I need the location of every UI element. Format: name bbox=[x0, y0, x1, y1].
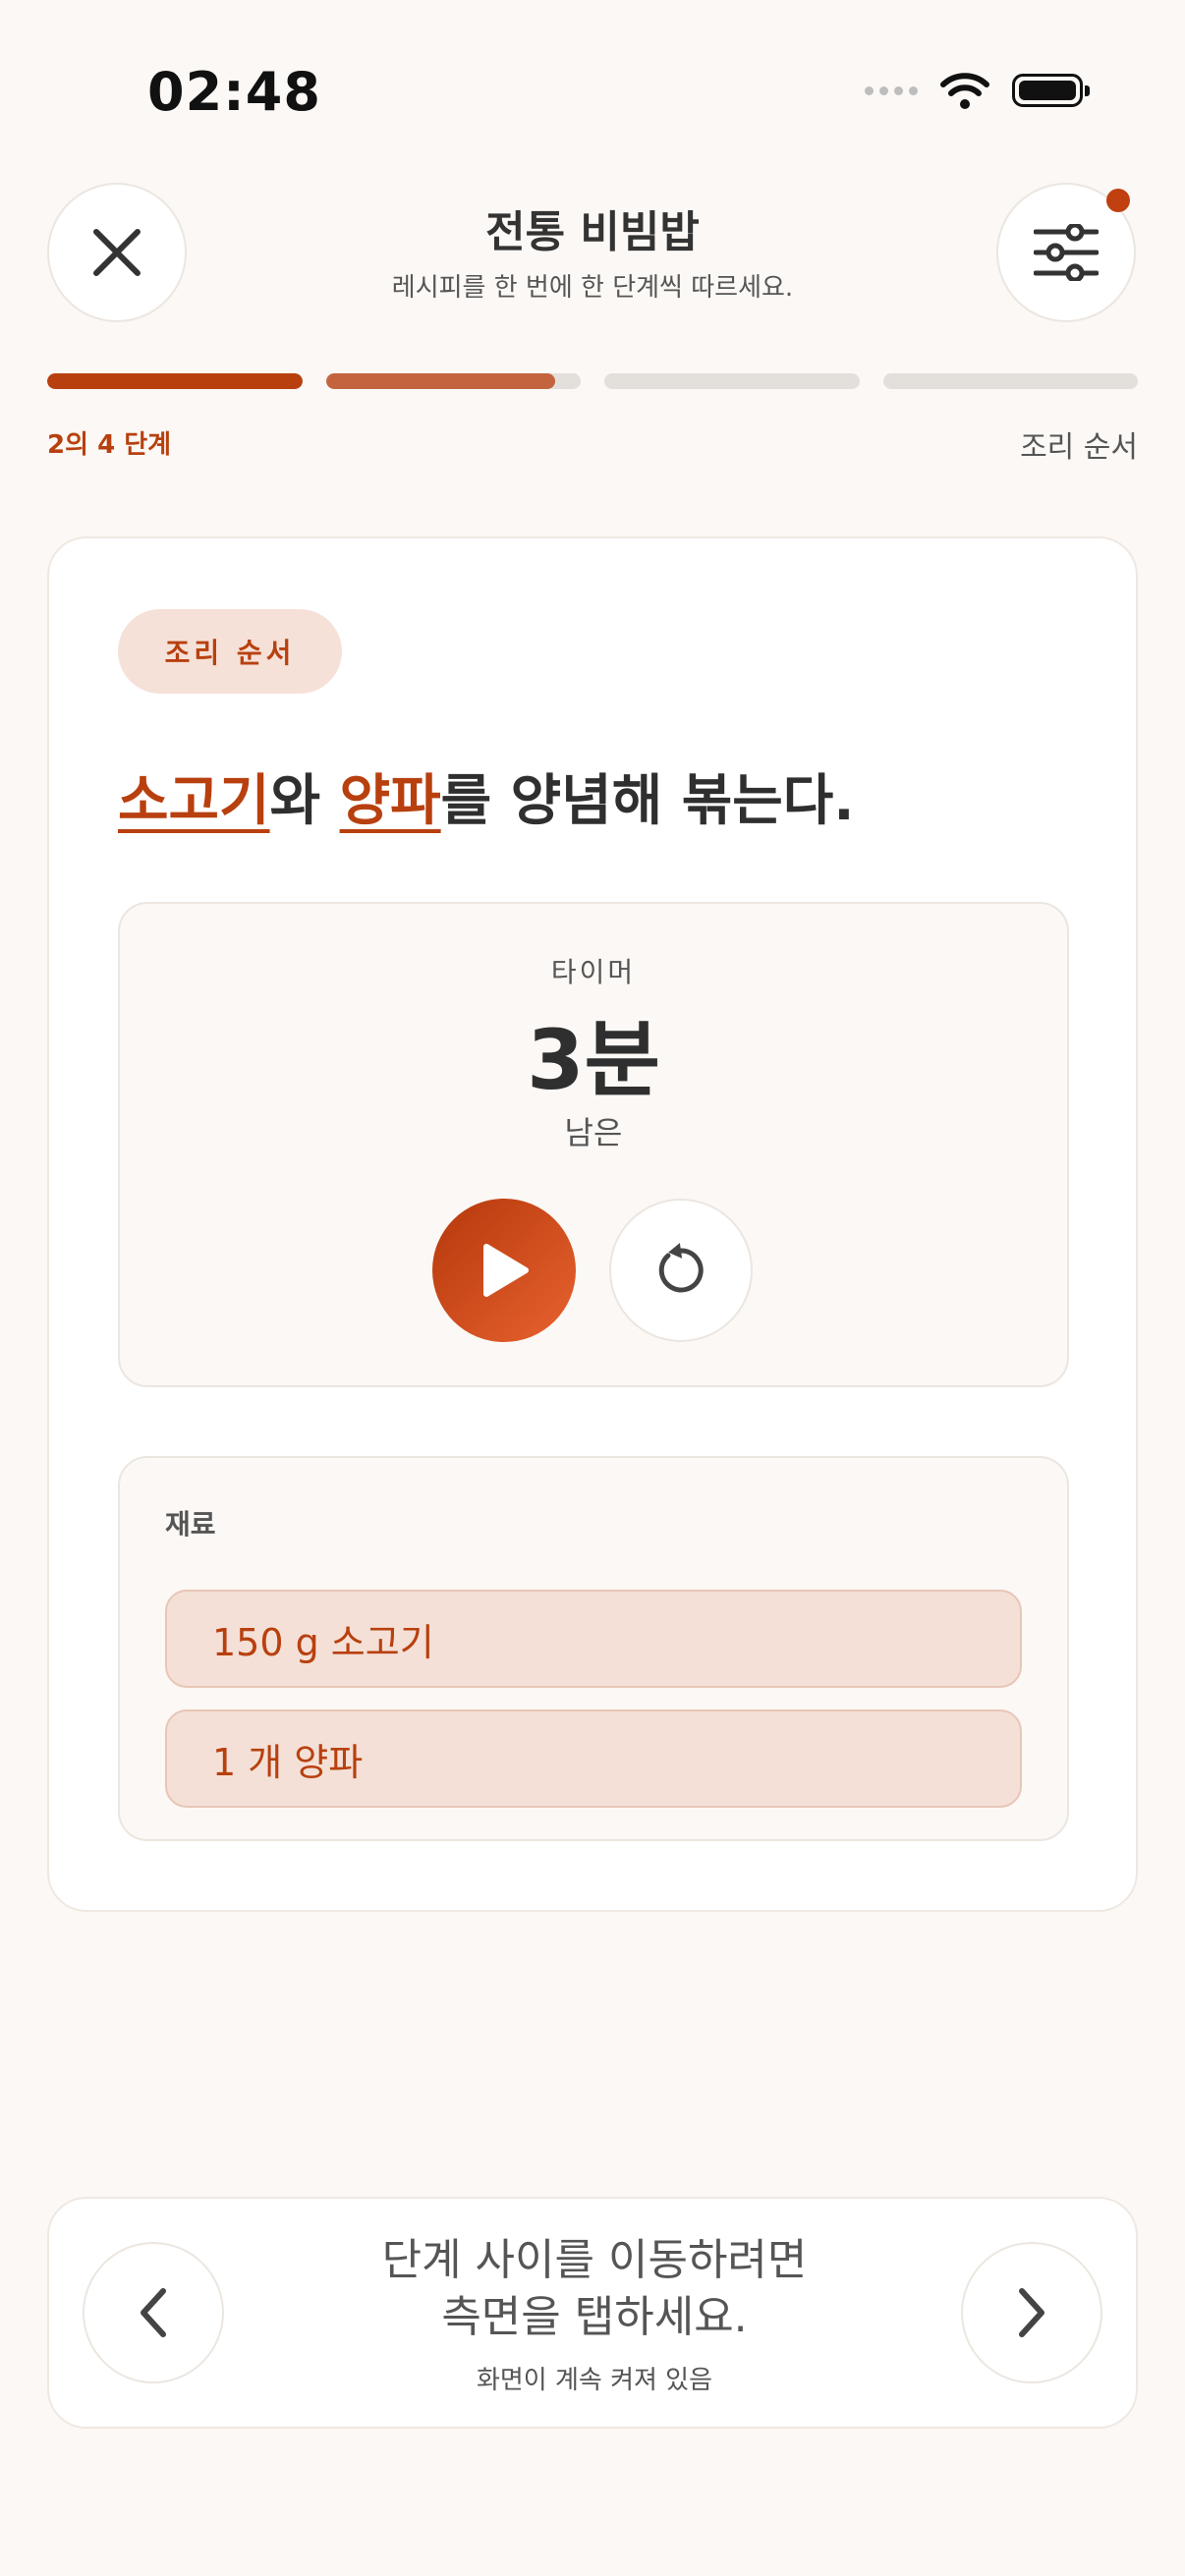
reset-timer-button[interactable] bbox=[609, 1199, 753, 1342]
step-card: 조리 순서 소고기와 양파를 양념해 볶는다. 타이머 3분 남은 재료 150… bbox=[47, 536, 1138, 1912]
settings-button[interactable] bbox=[996, 183, 1136, 322]
progress-segment bbox=[604, 373, 860, 389]
status-icons bbox=[865, 71, 1090, 110]
timer-remaining-label: 남은 bbox=[564, 1114, 623, 1151]
status-bar: 02:48 bbox=[0, 0, 1185, 177]
chevron-left-icon bbox=[141, 2288, 166, 2337]
wifi-icon bbox=[940, 73, 989, 109]
navigation-hint-line: 측면을 탭하세요. bbox=[441, 2292, 748, 2342]
cellular-signal-icon bbox=[865, 85, 918, 95]
progress-segment-fill bbox=[47, 373, 303, 389]
step-progress-bar bbox=[47, 373, 1138, 389]
progress-segment bbox=[325, 373, 581, 389]
ingredients-title: 재료 bbox=[165, 1508, 216, 1540]
sliders-icon bbox=[1034, 224, 1099, 281]
screen-awake-note: 화면이 계속 켜져 있음 bbox=[476, 2366, 713, 2395]
chevron-right-icon bbox=[1019, 2288, 1044, 2337]
status-time: 02:48 bbox=[147, 61, 321, 123]
ingredient-link-onion[interactable]: 양파 bbox=[340, 769, 441, 833]
timer-label: 타이머 bbox=[550, 956, 637, 988]
step-counter: 2의 4 단계 bbox=[47, 430, 172, 460]
play-button[interactable] bbox=[432, 1199, 576, 1342]
instruction-text: 를 양념해 볶는다. bbox=[440, 769, 855, 833]
progress-segment-fill bbox=[325, 373, 556, 389]
section-label: 조리 순서 bbox=[1020, 430, 1138, 465]
previous-step-button[interactable] bbox=[83, 2242, 224, 2383]
ingredient-item[interactable]: 1 개 양파 bbox=[165, 1709, 1022, 1808]
ingredient-link-beef[interactable]: 소고기 bbox=[118, 769, 270, 833]
notification-dot bbox=[1106, 189, 1130, 212]
battery-icon bbox=[1012, 74, 1090, 107]
instruction-text: 와 bbox=[269, 769, 340, 833]
step-instruction: 소고기와 양파를 양념해 볶는다. bbox=[118, 756, 855, 836]
navigation-hint: 단계 사이를 이동하려면 측면을 탭하세요. bbox=[246, 2232, 943, 2346]
ingredients-card: 재료 150 g 소고기 1 개 양파 bbox=[118, 1456, 1069, 1841]
step-navigation: 단계 사이를 이동하려면 측면을 탭하세요. 화면이 계속 켜져 있음 bbox=[47, 2197, 1138, 2429]
ingredient-item[interactable]: 150 g 소고기 bbox=[165, 1590, 1022, 1688]
play-icon bbox=[483, 1244, 529, 1297]
timer-value: 3분 bbox=[527, 1012, 660, 1108]
navigation-hint-line: 단계 사이를 이동하려면 bbox=[381, 2235, 808, 2285]
next-step-button[interactable] bbox=[961, 2242, 1102, 2383]
step-category-chip: 조리 순서 bbox=[118, 609, 342, 694]
progress-segment bbox=[47, 373, 303, 389]
timer-card: 타이머 3분 남은 bbox=[118, 902, 1069, 1387]
progress-segment bbox=[882, 373, 1138, 389]
reset-icon bbox=[658, 1243, 704, 1293]
